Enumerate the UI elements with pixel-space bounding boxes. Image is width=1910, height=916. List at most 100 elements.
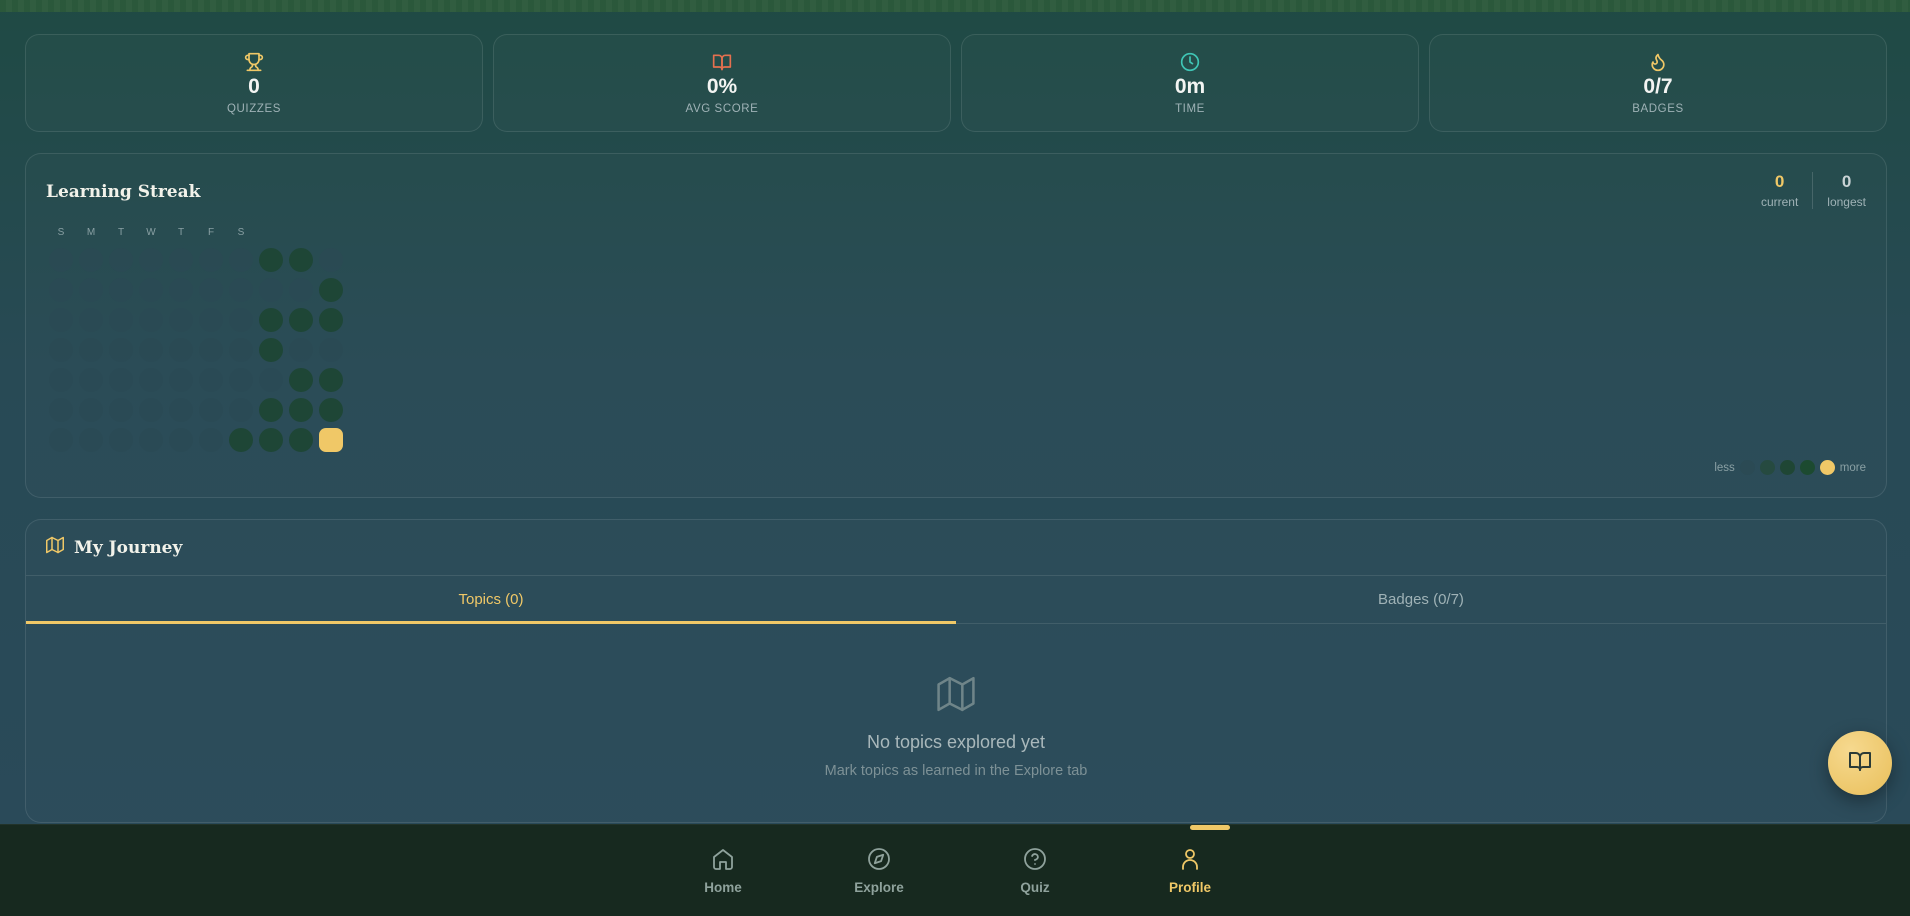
legend-swatch [1739,460,1755,475]
current-streak-value: 0 [1774,172,1785,191]
streak-day-cell [289,368,313,392]
streak-day-cell [289,338,313,362]
streak-day-cell [319,398,343,422]
streak-day-cell [49,398,73,422]
streak-day-cell [79,338,103,362]
weekday-label: T [117,227,125,238]
nav-profile[interactable]: Profile [1145,847,1235,895]
legend-swatch [1799,460,1815,475]
nav-home[interactable]: Home [678,847,768,895]
weekday-label: T [177,227,185,238]
streak-day-cell [199,248,223,272]
streak-day-cell [289,278,313,302]
weekday-label: F [207,227,215,238]
stat-label: QUIZZES [226,102,282,115]
book-fab-button[interactable] [1828,731,1892,795]
book-icon [1848,749,1872,778]
streak-day-cell [199,278,223,302]
journey-title: My Journey [74,537,183,558]
book-icon [711,51,733,73]
weekday-label: W [146,227,156,238]
streak-day-cell [259,428,283,452]
streak-day-cell [79,368,103,392]
nav-label: Profile [1168,880,1211,895]
empty-state: No topics explored yet Mark topics as le… [26,675,1886,779]
tab-topics[interactable]: Topics (0) [26,576,956,624]
streak-day-cell [319,338,343,362]
streak-day-cell [49,368,73,392]
user-icon [1178,847,1202,874]
streak-day-cell [109,368,133,392]
nav-label: Explore [854,880,904,895]
stat-value: 0m [1174,75,1206,99]
stat-label: AVG SCORE [685,102,759,115]
streak-day-cell [109,308,133,332]
streak-day-cell [319,248,343,272]
streak-day-cell [229,308,253,332]
streak-day-cell [169,398,193,422]
streak-day-cell [139,248,163,272]
streak-day-cell [49,278,73,302]
help-circle-icon [1023,847,1047,874]
streak-day-cell [229,248,253,272]
stat-card-badges: 0/7 BADGES [1429,34,1887,132]
streak-day-cell [289,398,313,422]
streak-title: Learning Streak [46,182,201,202]
stat-card-avg-score: 0% AVG SCORE [493,34,951,132]
streak-day-cell [169,278,193,302]
streak-day-cell [289,308,313,332]
streak-day-cell [199,338,223,362]
streak-day-cell [169,248,193,272]
stat-label: TIME [1175,102,1205,115]
stat-card-quizzes: 0 QUIZZES [25,34,483,132]
streak-day-cell [169,368,193,392]
learning-streak-card: Learning Streak 0 current 0 longest S M … [25,153,1887,498]
nav-quiz[interactable]: Quiz [990,847,1080,895]
legend-less-label: less [1714,461,1735,474]
clock-icon [1179,51,1201,73]
stat-value: 0 [248,75,260,99]
streak-day-cell [229,428,253,452]
current-streak-label: current [1760,195,1799,209]
legend-swatch [1779,460,1795,475]
streak-day-cell [139,398,163,422]
streak-legend: less more [1714,460,1866,475]
streak-day-cell [319,368,343,392]
nav-label: Quiz [1020,880,1050,895]
streak-day-cell [319,428,343,452]
weekday-labels: S M T W T F S [46,227,256,238]
streak-day-cell [259,338,283,362]
streak-day-cell [49,308,73,332]
streak-day-cell [79,278,103,302]
current-streak: 0 current [1747,172,1812,209]
streak-day-cell [289,248,313,272]
streak-day-cell [79,398,103,422]
stat-card-time: 0m TIME [961,34,1419,132]
streak-day-cell [109,278,133,302]
streak-day-cell [109,248,133,272]
streak-day-cell [109,338,133,362]
streak-day-cell [259,248,283,272]
streak-day-cell [259,308,283,332]
streak-day-cell [139,368,163,392]
map-icon [46,536,64,559]
streak-day-cell [199,308,223,332]
legend-swatch [1819,460,1835,475]
home-icon [711,847,735,874]
streak-day-cell [79,248,103,272]
legend-more-label: more [1839,461,1866,474]
streak-day-cell [49,338,73,362]
legend-swatch [1759,460,1775,475]
streak-day-cell [109,428,133,452]
streak-day-cell [259,398,283,422]
nav-explore[interactable]: Explore [834,847,924,895]
bottom-navigation: Home Explore Quiz Profile [0,824,1910,916]
tab-badges[interactable]: Badges (0/7) [956,576,1886,623]
trophy-icon [243,51,265,73]
my-journey-card: My Journey Topics (0) Badges (0/7) No to… [25,519,1887,823]
streak-day-cell [139,338,163,362]
weekday-label: S [57,227,65,238]
streak-day-cell [79,308,103,332]
streak-day-cell [169,308,193,332]
nav-label: Home [704,880,742,895]
